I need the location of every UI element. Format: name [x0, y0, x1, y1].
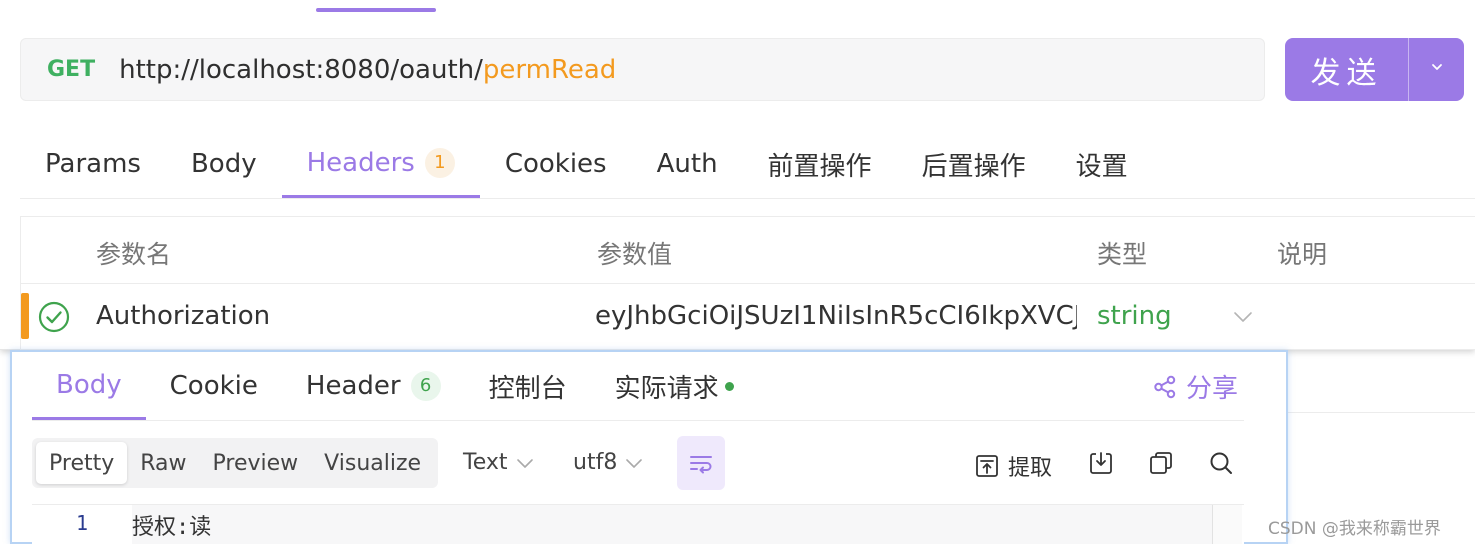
tabs-divider — [20, 198, 1475, 199]
url-base: http://localhost:8080/oauth/ — [119, 54, 483, 85]
type-chevron-down-icon[interactable] — [1231, 305, 1255, 329]
header-value-field[interactable]: eyJhbGciOiJSUzI1NiIsInR5cCI6IkpXVCJ9 — [595, 301, 1077, 331]
response-body-editor[interactable]: 1 授权:读 — [32, 504, 1244, 544]
tab-label: 控制台 — [488, 373, 567, 404]
tab-label: 实际请求 — [614, 373, 719, 404]
tab-label: Auth — [656, 149, 718, 179]
extract-label: 提取 — [1008, 456, 1053, 481]
word-wrap-icon — [690, 456, 712, 474]
search-button[interactable] — [1208, 450, 1234, 476]
response-tab-console[interactable]: 控制台 — [465, 352, 591, 420]
column-header-description: 说明 — [1277, 240, 1328, 269]
url-path-variable: permRead — [482, 54, 617, 85]
tab-cookies[interactable]: Cookies — [480, 130, 632, 198]
background-divider — [1288, 412, 1475, 413]
share-button[interactable]: 分享 — [1152, 368, 1238, 405]
tab-label: Cookie — [169, 371, 258, 401]
response-panel: Body Cookie Header 6 控制台 实际请求 分享 Pretty R… — [10, 350, 1288, 544]
tab-label: Params — [45, 149, 141, 179]
table-header-divider — [21, 283, 1475, 284]
tab-body[interactable]: Body — [166, 130, 282, 198]
column-header-value: 参数值 — [597, 240, 673, 269]
response-tabs: Body Cookie Header 6 控制台 实际请求 — [32, 352, 758, 422]
response-tab-actual-request[interactable]: 实际请求 — [591, 352, 758, 420]
enabled-check-circle-icon[interactable] — [37, 300, 71, 334]
download-icon — [1090, 452, 1112, 474]
extract-icon — [976, 455, 998, 477]
tab-params[interactable]: Params — [20, 130, 166, 198]
copy-button[interactable] — [1148, 450, 1174, 476]
response-tab-body[interactable]: Body — [32, 352, 146, 420]
request-panel: GET http://localhost:8080/oauth/permRead… — [0, 0, 1475, 350]
tab-label: Header — [305, 371, 401, 401]
editor-scrollbar[interactable] — [1212, 505, 1242, 544]
view-preview[interactable]: Preview — [200, 442, 312, 484]
encoding-value: utf8 — [573, 450, 618, 475]
word-wrap-toggle[interactable] — [677, 436, 725, 490]
response-tabs-divider — [32, 420, 1244, 421]
send-options-chevron-down-icon[interactable] — [1409, 59, 1464, 80]
row-modified-marker — [21, 293, 29, 339]
tab-headers[interactable]: Headers 1 — [281, 130, 480, 198]
tab-label: Cookies — [504, 149, 607, 179]
tab-label: 后置操作 — [921, 151, 1026, 182]
chevron-down-icon — [516, 458, 533, 468]
request-tabs: Params Body Headers 1 Cookies Auth 前置操作 后… — [20, 130, 1153, 200]
extract-button[interactable]: 提取 — [974, 450, 1052, 482]
encoding-dropdown[interactable]: utf8 — [573, 450, 645, 475]
code-line-text: 授权:读 — [132, 515, 212, 540]
tab-label: Body — [190, 149, 257, 179]
tab-pre-request[interactable]: 前置操作 — [743, 130, 897, 198]
send-button[interactable]: 发送 — [1285, 38, 1464, 101]
http-method[interactable]: GET — [47, 57, 95, 82]
tab-auth[interactable]: Auth — [632, 130, 743, 198]
search-icon — [1210, 452, 1232, 474]
headers-count-badge: 1 — [424, 147, 455, 178]
url-input[interactable]: http://localhost:8080/oauth/permRead — [119, 55, 616, 85]
line-number: 1 — [75, 511, 89, 535]
header-name-field[interactable]: Authorization — [96, 301, 566, 331]
active-request-tab-indicator — [316, 8, 436, 12]
url-bar[interactable]: GET http://localhost:8080/oauth/permRead — [20, 38, 1265, 101]
header-type-select[interactable]: string — [1097, 301, 1172, 331]
tab-label: 前置操作 — [767, 151, 872, 182]
response-header-count-badge: 6 — [410, 371, 441, 401]
code-line: 授权:读 — [132, 505, 1212, 544]
tab-settings[interactable]: 设置 — [1051, 130, 1153, 198]
share-label: 分享 — [1186, 374, 1239, 404]
tab-post-request[interactable]: 后置操作 — [897, 130, 1051, 198]
share-icon — [1154, 375, 1176, 398]
view-visualize[interactable]: Visualize — [311, 442, 434, 484]
headers-table: 参数名 参数值 类型 说明 Authorization eyJhbGciOiJS… — [20, 216, 1475, 350]
format-value: Text — [463, 450, 508, 475]
send-button-label: 发送 — [1310, 55, 1383, 91]
tab-label: Body — [56, 369, 122, 400]
download-button[interactable] — [1088, 450, 1114, 476]
tab-label: Headers — [306, 147, 415, 178]
format-dropdown[interactable]: Text — [463, 450, 536, 475]
line-number-gutter: 1 — [32, 505, 132, 544]
view-pretty[interactable]: Pretty — [36, 442, 128, 484]
copy-icon — [1150, 452, 1172, 474]
response-tab-cookie[interactable]: Cookie — [146, 352, 282, 420]
tab-label: 设置 — [1075, 151, 1128, 182]
watermark: CSDN @我来称霸世界 — [1268, 519, 1441, 539]
view-mode-segmented: Pretty Raw Preview Visualize — [32, 438, 439, 488]
response-tab-header[interactable]: Header 6 — [282, 352, 465, 420]
chevron-down-icon — [626, 458, 643, 468]
status-dot-icon — [724, 381, 734, 391]
column-header-name: 参数名 — [96, 240, 172, 269]
view-raw[interactable]: Raw — [127, 442, 199, 484]
column-header-type: 类型 — [1097, 240, 1148, 269]
